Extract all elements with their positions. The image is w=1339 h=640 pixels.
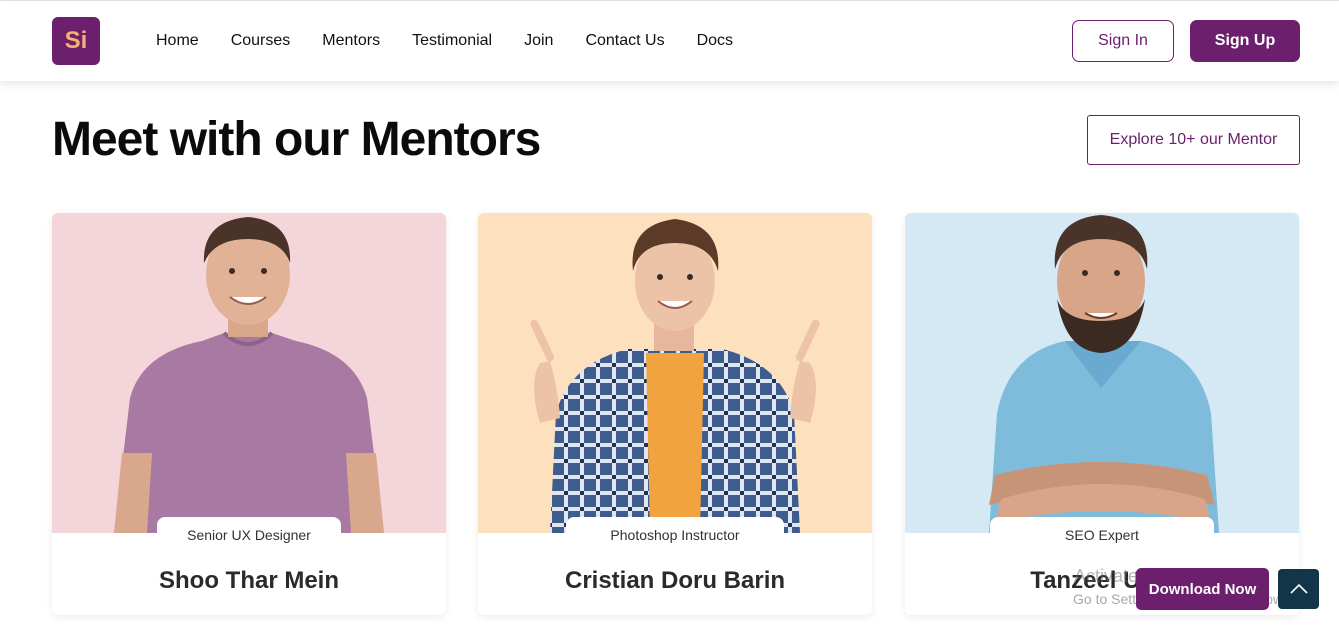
chevron-up-icon bbox=[1289, 583, 1308, 594]
sign-in-button[interactable]: Sign In bbox=[1072, 20, 1174, 62]
nav-join[interactable]: Join bbox=[524, 32, 553, 50]
mentor-role: Senior UX Designer bbox=[157, 517, 341, 553]
nav-testimonial[interactable]: Testimonial bbox=[412, 32, 492, 50]
nav-docs[interactable]: Docs bbox=[697, 32, 733, 50]
mentor-photo bbox=[52, 213, 446, 533]
explore-mentors-button[interactable]: Explore 10+ our Mentor bbox=[1087, 115, 1300, 165]
site-header: Si Home Courses Mentors Testimonial Join… bbox=[0, 1, 1339, 81]
site-logo[interactable]: Si bbox=[52, 17, 100, 65]
sign-up-button[interactable]: Sign Up bbox=[1190, 20, 1300, 62]
mentor-name: Shoo Thar Mein bbox=[159, 567, 339, 594]
mentor-photo bbox=[905, 213, 1299, 533]
mentor-card[interactable]: Photoshop Instructor Cristian Doru Barin bbox=[478, 213, 872, 615]
section-title: Meet with our Mentors bbox=[52, 113, 541, 166]
mentor-card[interactable]: SEO Expert Tanzeel Ur R bbox=[905, 213, 1299, 615]
download-now-button[interactable]: Download Now bbox=[1136, 568, 1269, 610]
nav-home[interactable]: Home bbox=[156, 32, 199, 50]
nav-contact-us[interactable]: Contact Us bbox=[585, 32, 664, 50]
mentor-role: Photoshop Instructor bbox=[566, 517, 784, 553]
scroll-to-top-button[interactable] bbox=[1278, 569, 1319, 609]
nav-mentors[interactable]: Mentors bbox=[322, 32, 380, 50]
nav-courses[interactable]: Courses bbox=[231, 32, 291, 50]
main-nav: Home Courses Mentors Testimonial Join Co… bbox=[156, 1, 765, 81]
mentor-photo bbox=[478, 213, 872, 533]
mentor-role: SEO Expert bbox=[990, 517, 1214, 553]
mentor-name: Cristian Doru Barin bbox=[564, 567, 786, 594]
mentor-card[interactable]: Senior UX Designer Shoo Thar Mein bbox=[52, 213, 446, 615]
